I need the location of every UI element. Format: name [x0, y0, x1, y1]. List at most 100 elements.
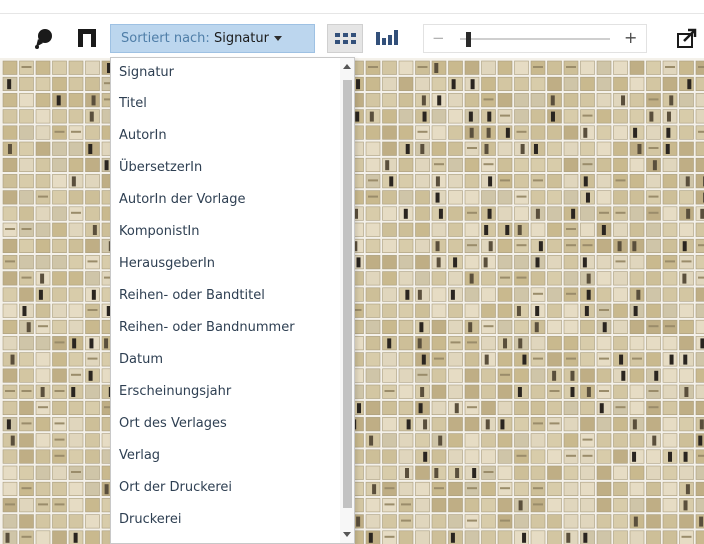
thumbnail-tile[interactable]: [596, 481, 612, 497]
thumbnail-tile[interactable]: [662, 157, 678, 172]
thumbnail-tile[interactable]: [85, 514, 100, 529]
thumbnail-tile[interactable]: [35, 498, 51, 513]
thumbnail-tile[interactable]: [68, 190, 84, 205]
thumbnail-tile[interactable]: [596, 400, 612, 416]
thumbnail-tile[interactable]: [85, 190, 100, 205]
thumbnail-tile[interactable]: [481, 368, 496, 383]
thumbnail-tile[interactable]: [613, 303, 628, 318]
thumbnail-tile[interactable]: [431, 190, 447, 205]
thumbnail-tile[interactable]: [497, 465, 513, 480]
thumbnail-tile[interactable]: [481, 287, 496, 302]
thumbnail-tile[interactable]: [68, 449, 84, 464]
thumbnail-tile[interactable]: [398, 449, 414, 464]
thumbnail-tile[interactable]: [547, 303, 562, 318]
thumbnail-tile[interactable]: [382, 514, 397, 529]
thumbnail-tile[interactable]: [365, 498, 381, 513]
thumbnail-tile[interactable]: [481, 190, 496, 205]
thumbnail-tile[interactable]: [514, 271, 529, 286]
thumbnail-tile[interactable]: [85, 530, 100, 544]
thumbnail-tile[interactable]: [2, 433, 18, 448]
thumbnail-tile[interactable]: [365, 417, 381, 432]
thumbnail-tile[interactable]: [563, 319, 579, 335]
thumbnail-tile[interactable]: [679, 76, 694, 92]
thumbnail-tile[interactable]: [629, 498, 645, 513]
thumbnail-tile[interactable]: [629, 400, 645, 416]
thumbnail-tile[interactable]: [68, 336, 84, 351]
thumbnail-tile[interactable]: [629, 93, 645, 108]
thumbnail-tile[interactable]: [679, 449, 694, 464]
thumbnail-tile[interactable]: [2, 287, 18, 302]
thumbnail-tile[interactable]: [52, 76, 67, 92]
thumbnail-tile[interactable]: [679, 190, 694, 205]
thumbnail-tile[interactable]: [431, 384, 447, 399]
thumbnail-tile[interactable]: [547, 498, 562, 513]
thumbnail-tile[interactable]: [629, 190, 645, 205]
thumbnail-tile[interactable]: [35, 336, 51, 351]
thumbnail-tile[interactable]: [596, 255, 612, 270]
thumbnail-tile[interactable]: [662, 303, 678, 318]
thumbnail-tile[interactable]: [415, 238, 430, 253]
thumbnail-tile[interactable]: [646, 352, 661, 367]
thumbnail-tile[interactable]: [415, 303, 430, 318]
thumbnail-tile[interactable]: [646, 481, 661, 497]
thumbnail-tile[interactable]: [398, 287, 414, 302]
thumbnail-tile[interactable]: [52, 287, 67, 302]
thumbnail-tile[interactable]: [85, 449, 100, 464]
thumbnail-tile[interactable]: [547, 93, 562, 108]
thumbnail-tile[interactable]: [530, 417, 546, 432]
thumbnail-tile[interactable]: [431, 417, 447, 432]
thumbnail-tile[interactable]: [52, 109, 67, 124]
thumbnail-tile[interactable]: [85, 433, 100, 448]
sort-option-titel[interactable]: Titel: [111, 88, 339, 120]
thumbnail-tile[interactable]: [464, 109, 480, 124]
thumbnail-tile[interactable]: [497, 400, 513, 416]
thumbnail-tile[interactable]: [68, 433, 84, 448]
thumbnail-tile[interactable]: [679, 465, 694, 480]
thumbnail-tile[interactable]: [19, 190, 34, 205]
thumbnail-tile[interactable]: [415, 530, 430, 544]
thumbnail-tile[interactable]: [68, 417, 84, 432]
lasso-select-icon[interactable]: [34, 26, 58, 50]
thumbnail-tile[interactable]: [662, 498, 678, 513]
thumbnail-tile[interactable]: [19, 60, 34, 75]
thumbnail-tile[interactable]: [415, 287, 430, 302]
thumbnail-tile[interactable]: [629, 449, 645, 464]
thumbnail-tile[interactable]: [2, 417, 18, 432]
thumbnail-tile[interactable]: [464, 222, 480, 237]
thumbnail-tile[interactable]: [68, 319, 84, 335]
thumbnail-tile[interactable]: [52, 206, 67, 221]
thumbnail-tile[interactable]: [398, 206, 414, 221]
thumbnail-tile[interactable]: [85, 60, 100, 75]
thumbnail-tile[interactable]: [2, 109, 18, 124]
thumbnail-tile[interactable]: [497, 190, 513, 205]
thumbnail-tile[interactable]: [679, 206, 694, 221]
thumbnail-tile[interactable]: [415, 93, 430, 108]
thumbnail-tile[interactable]: [580, 465, 595, 480]
thumbnail-tile[interactable]: [481, 530, 496, 544]
thumbnail-tile[interactable]: [2, 190, 18, 205]
thumbnail-tile[interactable]: [448, 109, 463, 124]
zoom-slider[interactable]: − +: [423, 24, 647, 53]
sort-option-druckerei[interactable]: Druckerei: [111, 504, 339, 536]
thumbnail-tile[interactable]: [662, 174, 678, 189]
thumbnail-tile[interactable]: [514, 206, 529, 221]
thumbnail-tile[interactable]: [514, 384, 529, 399]
thumbnail-tile[interactable]: [448, 417, 463, 432]
thumbnail-tile[interactable]: [398, 433, 414, 448]
thumbnail-tile[interactable]: [497, 417, 513, 432]
sort-option-erscheinungsjahr[interactable]: Erscheinungsjahr: [111, 376, 339, 408]
thumbnail-tile[interactable]: [35, 125, 51, 140]
thumbnail-tile[interactable]: [19, 319, 34, 335]
thumbnail-tile[interactable]: [2, 157, 18, 172]
thumbnail-tile[interactable]: [662, 222, 678, 237]
thumbnail-tile[interactable]: [629, 384, 645, 399]
thumbnail-tile[interactable]: [448, 384, 463, 399]
thumbnail-tile[interactable]: [596, 190, 612, 205]
thumbnail-tile[interactable]: [464, 514, 480, 529]
thumbnail-tile[interactable]: [613, 352, 628, 367]
thumbnail-tile[interactable]: [85, 465, 100, 480]
thumbnail-tile[interactable]: [530, 303, 546, 318]
thumbnail-tile[interactable]: [52, 60, 67, 75]
thumbnail-tile[interactable]: [448, 336, 463, 351]
thumbnail-tile[interactable]: [662, 287, 678, 302]
